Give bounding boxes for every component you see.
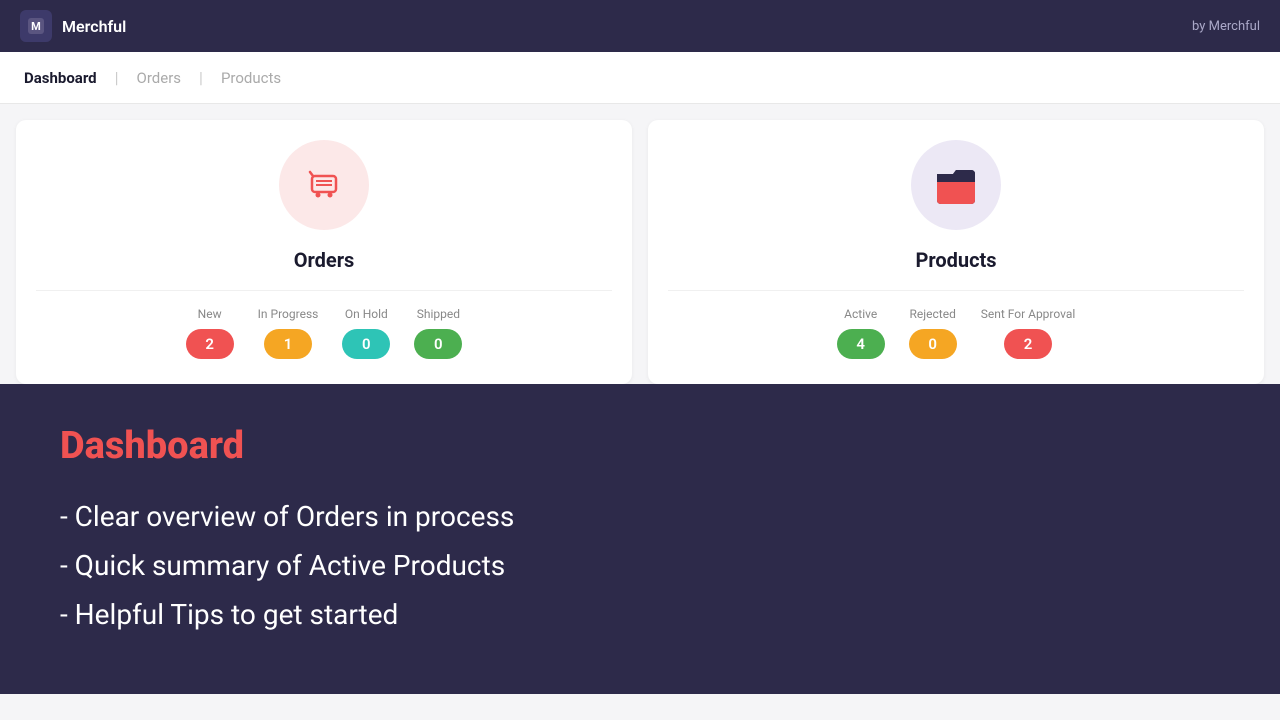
stat-shipped: Shipped 0 bbox=[414, 307, 462, 359]
nav-separator-2: | bbox=[199, 68, 203, 87]
main-content: Orders New 2 In Progress 1 On Hold 0 Shi… bbox=[0, 104, 1280, 694]
stat-sent-label: Sent For Approval bbox=[981, 307, 1076, 321]
products-card-title: Products bbox=[915, 248, 996, 272]
stat-rejected: Rejected 0 bbox=[909, 307, 957, 359]
bottom-list-item-2: - Quick summary of Active Products bbox=[60, 549, 1220, 582]
stat-active-label: Active bbox=[844, 307, 877, 321]
stat-inprogress-label: In Progress bbox=[258, 307, 319, 321]
logo-text: Merchful bbox=[62, 17, 126, 36]
svg-text:M: M bbox=[31, 20, 41, 33]
stat-onhold-badge: 0 bbox=[342, 329, 390, 359]
nav: Dashboard | Orders | Products bbox=[0, 52, 1280, 104]
logo: M Merchful bbox=[20, 10, 126, 42]
stat-active-badge: 4 bbox=[837, 329, 885, 359]
stat-inprogress: In Progress 1 bbox=[258, 307, 319, 359]
orders-card-stats: New 2 In Progress 1 On Hold 0 Shipped 0 bbox=[36, 307, 612, 359]
stat-new-label: New bbox=[198, 307, 222, 321]
cart-icon bbox=[297, 158, 351, 212]
nav-separator-1: | bbox=[115, 68, 119, 87]
nav-item-products[interactable]: Products bbox=[217, 69, 285, 87]
stat-new: New 2 bbox=[186, 307, 234, 359]
orders-card: Orders New 2 In Progress 1 On Hold 0 Shi… bbox=[16, 120, 632, 384]
bottom-list-item-3: - Helpful Tips to get started bbox=[60, 598, 1220, 631]
stat-shipped-badge: 0 bbox=[414, 329, 462, 359]
cards-row: Orders New 2 In Progress 1 On Hold 0 Shi… bbox=[0, 104, 1280, 384]
bottom-title: Dashboard bbox=[60, 424, 1220, 468]
stat-shipped-label: Shipped bbox=[417, 307, 460, 321]
header-byline: by Merchful bbox=[1192, 19, 1260, 34]
stat-rejected-label: Rejected bbox=[910, 307, 956, 321]
orders-icon-circle bbox=[279, 140, 369, 230]
logo-icon: M bbox=[20, 10, 52, 42]
products-card-divider bbox=[668, 290, 1244, 291]
nav-item-dashboard[interactable]: Dashboard bbox=[20, 69, 101, 87]
stat-sent-approval: Sent For Approval 2 bbox=[981, 307, 1076, 359]
stat-active: Active 4 bbox=[837, 307, 885, 359]
folder-icon bbox=[927, 156, 985, 214]
nav-item-orders[interactable]: Orders bbox=[133, 69, 186, 87]
stat-onhold: On Hold 0 bbox=[342, 307, 390, 359]
products-card: Products Active 4 Rejected 0 Sent For Ap… bbox=[648, 120, 1264, 384]
products-icon-circle bbox=[911, 140, 1001, 230]
stat-inprogress-badge: 1 bbox=[264, 329, 312, 359]
stat-rejected-badge: 0 bbox=[909, 329, 957, 359]
bottom-section: Dashboard - Clear overview of Orders in … bbox=[0, 384, 1280, 694]
orders-card-title: Orders bbox=[294, 248, 355, 272]
stat-new-badge: 2 bbox=[186, 329, 234, 359]
header: M Merchful by Merchful bbox=[0, 0, 1280, 52]
stat-onhold-label: On Hold bbox=[345, 307, 388, 321]
products-card-stats: Active 4 Rejected 0 Sent For Approval 2 bbox=[668, 307, 1244, 359]
orders-card-divider bbox=[36, 290, 612, 291]
bottom-list: - Clear overview of Orders in process - … bbox=[60, 500, 1220, 631]
stat-sent-badge: 2 bbox=[1004, 329, 1052, 359]
bottom-list-item-1: - Clear overview of Orders in process bbox=[60, 500, 1220, 533]
